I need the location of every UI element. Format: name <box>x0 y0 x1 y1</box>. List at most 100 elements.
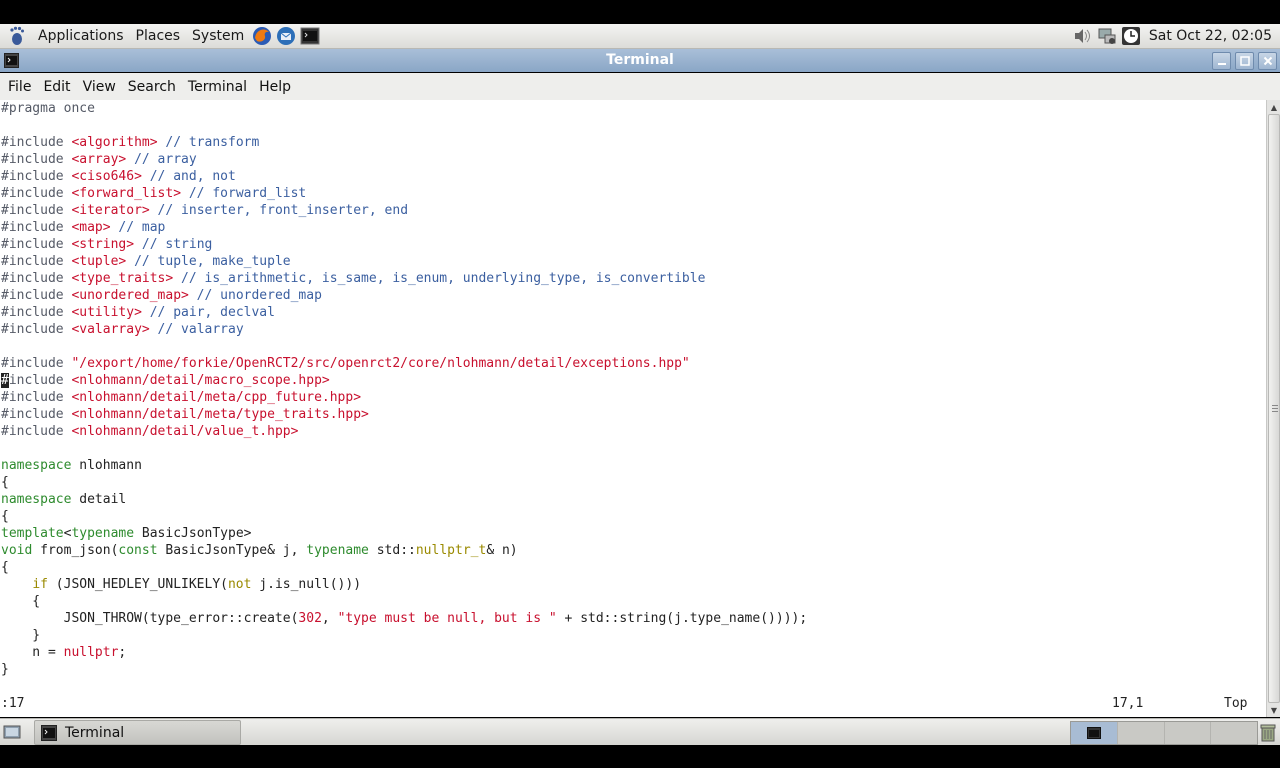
code-line[interactable]: JSON_THROW(type_error::create(302, "type… <box>1 610 808 627</box>
code-line[interactable]: namespace detail <box>1 491 807 508</box>
network-icon[interactable] <box>1096 25 1118 47</box>
panel-clock[interactable]: Sat Oct 22, 02:05 <box>1143 28 1280 44</box>
code-line[interactable]: } <box>1 627 807 644</box>
status-scroll-position: Top <box>1224 696 1248 711</box>
code-line[interactable]: void from_json(const BasicJsonType& j, t… <box>1 542 807 559</box>
code-line[interactable]: { <box>1 559 807 576</box>
maximize-icon <box>1239 56 1250 66</box>
workspace-1[interactable] <box>1071 722 1118 744</box>
window-titlebar[interactable]: Terminal <box>0 49 1280 72</box>
menu-help[interactable]: Help <box>253 79 297 95</box>
code-token: , <box>321 611 338 626</box>
code-token: #pragma once <box>1 101 95 116</box>
editor-buffer[interactable]: #pragma once #include <algorithm> // tra… <box>1 100 807 678</box>
code-token: <map> <box>71 220 111 235</box>
thunderbird-icon[interactable] <box>275 25 297 47</box>
code-line[interactable]: #include <nlohmann/detail/meta/type_trai… <box>1 406 807 423</box>
trash-icon[interactable] <box>1258 722 1278 742</box>
code-token: #include <box>1 305 72 320</box>
vertical-scrollbar[interactable]: ▲ ▼ <box>1266 100 1280 717</box>
code-line[interactable] <box>1 440 807 457</box>
code-line[interactable] <box>1 338 807 355</box>
code-line[interactable]: #include <nlohmann/detail/value_t.hpp> <box>1 423 807 440</box>
places-menu[interactable]: Places <box>130 28 187 44</box>
code-token: 302 <box>298 611 322 626</box>
code-token: // array <box>126 152 197 167</box>
code-token: #include <box>1 152 72 167</box>
code-token: } <box>1 628 41 643</box>
code-token: // pair, declval <box>141 305 275 320</box>
code-line[interactable]: #include <ciso646> // and, not <box>1 168 807 185</box>
code-line[interactable]: if (JSON_HEDLEY_UNLIKELY(not j.is_null()… <box>1 576 807 593</box>
menu-terminal[interactable]: Terminal <box>182 79 253 95</box>
code-line[interactable]: #include <unordered_map> // unordered_ma… <box>1 287 807 304</box>
scrollbar-grip-icon <box>1272 405 1278 412</box>
workspace-switcher[interactable] <box>1070 721 1258 745</box>
menu-edit[interactable]: Edit <box>37 79 76 95</box>
code-line[interactable]: #include <tuple> // tuple, make_tuple <box>1 253 807 270</box>
code-line[interactable]: #include <valarray> // valarray <box>1 321 807 338</box>
gnome-foot-icon[interactable] <box>6 25 28 47</box>
code-token: #include <box>1 203 72 218</box>
code-line[interactable]: #include <iterator> // inserter, front_i… <box>1 202 807 219</box>
code-token: // transform <box>157 135 260 150</box>
scroll-up-arrow-icon[interactable]: ▲ <box>1267 100 1280 114</box>
code-line[interactable]: namespace nlohmann <box>1 457 807 474</box>
code-line[interactable]: template<typename BasicJsonType> <box>1 525 807 542</box>
code-token: // string <box>134 237 213 252</box>
terminal-launcher-icon[interactable] <box>299 25 321 47</box>
code-line[interactable]: #include <array> // array <box>1 151 807 168</box>
workspace-3[interactable] <box>1164 722 1212 744</box>
screen-bottom-border <box>0 745 1280 768</box>
volume-icon[interactable] <box>1072 25 1094 47</box>
code-line[interactable]: #include <map> // map <box>1 219 807 236</box>
code-line[interactable]: #include <nlohmann/detail/macro_scope.hp… <box>1 372 807 389</box>
code-line[interactable]: #include "/export/home/forkie/OpenRCT2/s… <box>1 355 807 372</box>
menu-search[interactable]: Search <box>122 79 182 95</box>
code-line[interactable]: } <box>1 661 807 678</box>
code-line[interactable]: #pragma once <box>1 100 807 117</box>
code-line[interactable]: #include <algorithm> // transform <box>1 134 807 151</box>
code-line[interactable]: #include <type_traits> // is_arithmetic,… <box>1 270 807 287</box>
code-token: from_json( <box>32 543 119 558</box>
close-button[interactable] <box>1258 52 1277 70</box>
scroll-down-arrow-icon[interactable]: ▼ <box>1267 703 1280 717</box>
scrollbar-thumb[interactable] <box>1268 114 1280 703</box>
applications-menu[interactable]: Applications <box>32 28 130 44</box>
workspace-2[interactable] <box>1117 722 1165 744</box>
code-token: std:: <box>368 543 416 558</box>
code-token: <nlohmann/detail/value_t.hpp> <box>71 424 299 439</box>
show-desktop-icon[interactable] <box>3 723 21 741</box>
maximize-button[interactable] <box>1235 52 1254 70</box>
code-token: <nlohmann/detail/meta/type_traits.hpp> <box>71 407 369 422</box>
code-token: include <box>8 373 72 388</box>
code-token: typename <box>306 543 369 558</box>
code-line[interactable] <box>1 117 807 134</box>
code-line[interactable]: #include <string> // string <box>1 236 807 253</box>
clock-icon[interactable] <box>1120 25 1142 47</box>
code-token: (JSON_HEDLEY_UNLIKELY( <box>47 577 228 592</box>
terminal-screen[interactable]: #pragma once #include <algorithm> // tra… <box>0 100 1266 717</box>
code-line[interactable]: { <box>1 593 807 610</box>
code-token: // unordered_map <box>188 288 322 303</box>
code-token: <nlohmann/detail/meta/cpp_future.hpp> <box>71 390 362 405</box>
code-token: namespace <box>1 458 72 473</box>
code-token: { <box>1 560 9 575</box>
firefox-icon[interactable] <box>251 25 273 47</box>
code-token: <forward_list> <box>71 186 182 201</box>
menu-file[interactable]: File <box>2 79 37 95</box>
code-line[interactable]: #include <nlohmann/detail/meta/cpp_futur… <box>1 389 807 406</box>
code-line[interactable]: #include <utility> // pair, declval <box>1 304 807 321</box>
code-token: // forward_list <box>181 186 307 201</box>
minimize-button[interactable] <box>1212 52 1231 70</box>
code-line[interactable]: { <box>1 508 807 525</box>
taskbar-terminal-button[interactable]: Terminal <box>34 720 241 745</box>
workspace-window-icon <box>1086 727 1101 739</box>
code-line[interactable]: #include <forward_list> // forward_list <box>1 185 807 202</box>
menu-view[interactable]: View <box>77 79 122 95</box>
code-token: template <box>1 526 64 541</box>
code-line[interactable]: n = nullptr; <box>1 644 807 661</box>
workspace-4[interactable] <box>1211 722 1257 744</box>
code-line[interactable]: { <box>1 474 807 491</box>
system-menu[interactable]: System <box>186 28 250 44</box>
